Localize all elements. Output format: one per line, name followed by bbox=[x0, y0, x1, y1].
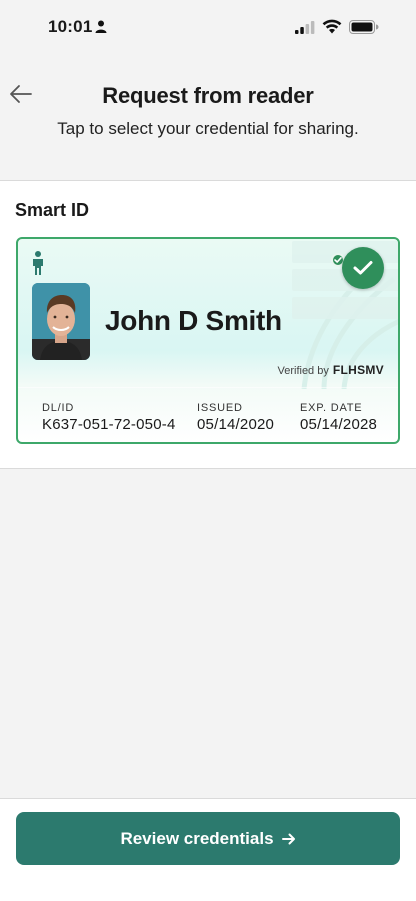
profile-photo bbox=[32, 283, 90, 360]
status-bar: 10:01 bbox=[0, 0, 416, 56]
verified-prefix: Verified by bbox=[277, 365, 329, 377]
page-subtitle: Tap to select your credential for sharin… bbox=[57, 119, 359, 138]
verified-by: Verified by FLHSMV bbox=[277, 363, 384, 377]
credential-section: Smart ID John D Smith Verified by FLHSMV… bbox=[0, 180, 416, 469]
field-value: 05/14/2028 bbox=[300, 416, 378, 433]
field-label: DL/ID bbox=[42, 402, 75, 414]
person-icon bbox=[95, 20, 107, 38]
review-credentials-button[interactable]: Review credentials bbox=[16, 812, 400, 865]
card-divider bbox=[18, 387, 398, 388]
page-title: Request from reader bbox=[102, 83, 314, 108]
field-exp-date: EXP. DATE 05/14/2028 bbox=[300, 402, 377, 433]
button-label: Review credentials bbox=[120, 828, 274, 848]
field-value: K637-051-72-050-4 bbox=[42, 416, 176, 433]
footer: Review credentials bbox=[0, 798, 416, 901]
header: Request from reader Tap to select your c… bbox=[0, 56, 416, 180]
selected-check-icon bbox=[342, 247, 384, 289]
person-standing-icon bbox=[30, 251, 46, 280]
field-value: 05/14/2020 bbox=[197, 416, 275, 433]
wifi-icon bbox=[322, 19, 342, 39]
field-label: ISSUED bbox=[197, 402, 243, 414]
arrow-right-icon bbox=[281, 833, 296, 845]
issuer-logo: FLHSMV bbox=[332, 363, 384, 377]
battery-icon bbox=[349, 20, 379, 39]
section-title: Smart ID bbox=[15, 200, 90, 220]
field-issued: ISSUED 05/14/2020 bbox=[197, 402, 274, 433]
signal-icon bbox=[295, 21, 315, 39]
field-dl-id: DL/ID K637-051-72-050-4 bbox=[42, 402, 176, 433]
card-holder-name: John D Smith bbox=[105, 305, 282, 336]
status-time: 10:01 bbox=[48, 17, 93, 36]
field-label: EXP. DATE bbox=[300, 402, 363, 414]
